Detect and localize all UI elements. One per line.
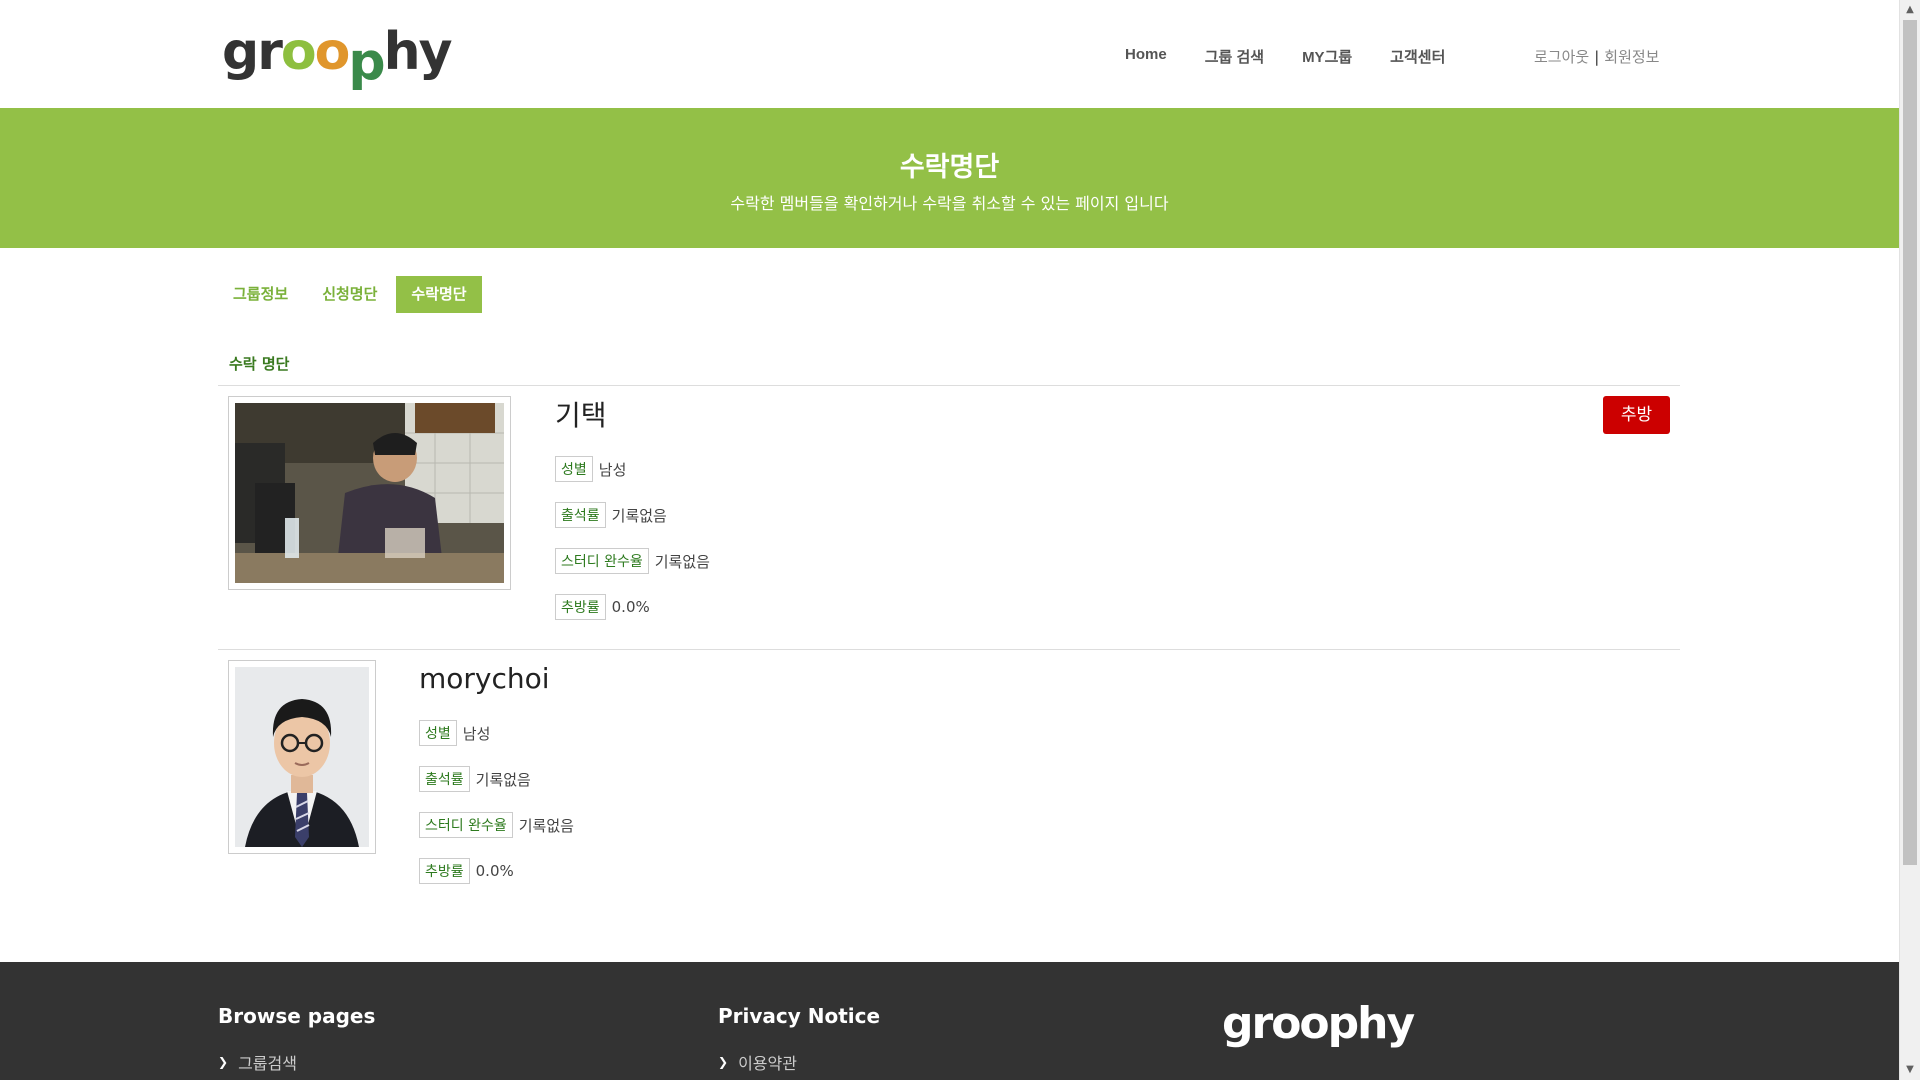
- gender-value: 남성: [598, 460, 627, 479]
- attendance-label: 출석률: [555, 502, 606, 528]
- gender-row: 성별 남성: [419, 720, 490, 746]
- section-title: 수락 명단: [229, 355, 290, 373]
- footer-link-terms[interactable]: ❯ 이용약관: [718, 1050, 797, 1074]
- footer-browse-title: Browse pages: [218, 1004, 376, 1028]
- divider: [218, 385, 1680, 386]
- study-label: 스터디 완수율: [419, 812, 513, 838]
- member-name: morychoi: [419, 662, 550, 695]
- scroll-down-icon[interactable]: ▼: [1900, 1060, 1920, 1080]
- profile-link[interactable]: 회원정보: [1604, 48, 1659, 66]
- footer-link-label: 이용약관: [738, 1054, 797, 1073]
- site-footer: Browse pages ❯ 그룹검색 Privacy Notice ❯ 이용약…: [0, 962, 1899, 1080]
- member-photo-image: [235, 403, 504, 583]
- kick-rate-row: 추방률 0.0%: [555, 594, 650, 620]
- main-nav: Home 그룹 검색 MY그룹 고객센터: [1125, 46, 1483, 67]
- gender-value: 남성: [462, 724, 491, 743]
- tab-group-info[interactable]: 그룹정보: [218, 276, 303, 313]
- account-links: 로그아웃 | 회원정보: [1534, 46, 1659, 67]
- footer-privacy-title: Privacy Notice: [718, 1004, 881, 1028]
- attendance-value: 기록없음: [611, 506, 667, 525]
- study-label: 스터디 완수율: [555, 548, 649, 574]
- kick-rate-label: 추방률: [419, 858, 470, 884]
- footer-link-group-search[interactable]: ❯ 그룹검색: [218, 1050, 297, 1074]
- scrollbar-thumb[interactable]: [1903, 20, 1917, 865]
- footer-link-label: 그룹검색: [238, 1054, 297, 1073]
- study-row: 스터디 완수율 기록없음: [555, 548, 710, 574]
- kick-rate-value: 0.0%: [611, 598, 650, 616]
- chevron-right-icon: ❯: [218, 1055, 229, 1069]
- page-title: 수락명단: [899, 152, 1000, 183]
- study-row: 스터디 완수율 기록없음: [419, 812, 574, 838]
- page-banner: 수락명단 수락한 멤버들을 확인하거나 수락을 취소할 수 있는 페이지 입니다: [0, 108, 1899, 248]
- groophy-logo[interactable]: gr o o p hy: [222, 16, 452, 88]
- tab-applicants[interactable]: 신청명단: [307, 276, 392, 313]
- vertical-scrollbar[interactable]: ▲ ▼: [1899, 0, 1920, 1080]
- kick-rate-label: 추방률: [555, 594, 606, 620]
- nav-my-group[interactable]: MY그룹: [1302, 46, 1352, 67]
- footer-logo: groophy: [1222, 998, 1415, 1049]
- kick-rate-row: 추방률 0.0%: [419, 858, 514, 884]
- group-tabs: 그룹정보 신청명단 수락명단: [218, 276, 486, 313]
- attendance-row: 출석률 기록없음: [555, 502, 667, 528]
- study-value: 기록없음: [518, 816, 574, 835]
- tab-accepted[interactable]: 수락명단: [396, 276, 482, 313]
- member-photo: [228, 660, 376, 854]
- gender-label: 성별: [555, 456, 593, 482]
- member-name: 기택: [555, 399, 607, 432]
- chevron-right-icon: ❯: [718, 1055, 729, 1069]
- separator: |: [1594, 48, 1600, 66]
- gender-row: 성별 남성: [555, 456, 626, 482]
- divider: [218, 649, 1680, 650]
- scroll-up-icon[interactable]: ▲: [1900, 0, 1920, 20]
- gender-label: 성별: [419, 720, 457, 746]
- kick-button[interactable]: 추방: [1603, 396, 1670, 434]
- attendance-value: 기록없음: [475, 770, 531, 789]
- attendance-label: 출석률: [419, 766, 470, 792]
- study-value: 기록없음: [654, 552, 710, 571]
- member-photo: [228, 396, 511, 590]
- attendance-row: 출석률 기록없음: [419, 766, 531, 792]
- page-subtitle: 수락한 멤버들을 확인하거나 수락을 취소할 수 있는 페이지 입니다: [730, 194, 1169, 213]
- nav-group-search[interactable]: 그룹 검색: [1205, 46, 1264, 67]
- site-header: gr o o p hy Home 그룹 검색 MY그룹 고객센터 로그아웃 | 회원정보: [0, 0, 1899, 108]
- nav-customer-center[interactable]: 고객센터: [1390, 46, 1445, 67]
- kick-rate-value: 0.0%: [475, 862, 514, 880]
- member-photo-image: [235, 667, 369, 847]
- nav-home[interactable]: Home: [1125, 46, 1167, 67]
- logout-link[interactable]: 로그아웃: [1534, 48, 1589, 66]
